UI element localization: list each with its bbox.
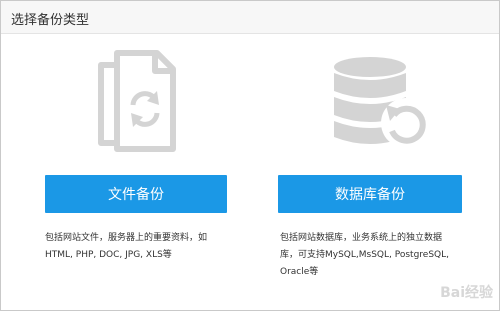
file-backup-description: 包括网站文件，服务器上的重要资料，如 HTML, PHP, DOC, JPG, … [45, 230, 235, 264]
file-backup-button[interactable]: 文件备份 [45, 175, 227, 213]
file-backup-description-line2: HTML, PHP, DOC, JPG, XLS等 [45, 250, 172, 260]
database-backup-description: 包括网站数据库，业务系统上的独立数据 库，可支持MySQL,MsSQL, Pos… [280, 230, 470, 281]
file-sync-icon [98, 50, 176, 152]
watermark: Bai经验 [440, 285, 493, 301]
database-restore-icon [334, 57, 431, 148]
database-backup-description-line3: Oracle等 [280, 267, 319, 277]
database-backup-panel: 数据库备份 包括网站数据库，业务系统上的独立数据 库，可支持MySQL,MsSQ… [276, 41, 496, 301]
dialog-title: 选择备份类型 [11, 13, 90, 28]
database-backup-description-line2: 库，可支持MySQL,MsSQL, PostgreSQL, [280, 250, 450, 260]
dialog-titlebar: 选择备份类型 [1, 1, 499, 34]
database-backup-button[interactable]: 数据库备份 [278, 175, 462, 213]
file-backup-panel: 文件备份 包括网站文件，服务器上的重要资料，如 HTML, PHP, DOC, … [41, 41, 261, 301]
database-backup-description-line1: 包括网站数据库，业务系统上的独立数据 [280, 233, 443, 243]
backup-type-dialog: 选择备份类型 文件备份 包括网站文件，服务器上的重要资料，如 HTML, PHP… [0, 0, 500, 311]
file-backup-description-line1: 包括网站文件，服务器上的重要资料，如 [45, 233, 208, 243]
